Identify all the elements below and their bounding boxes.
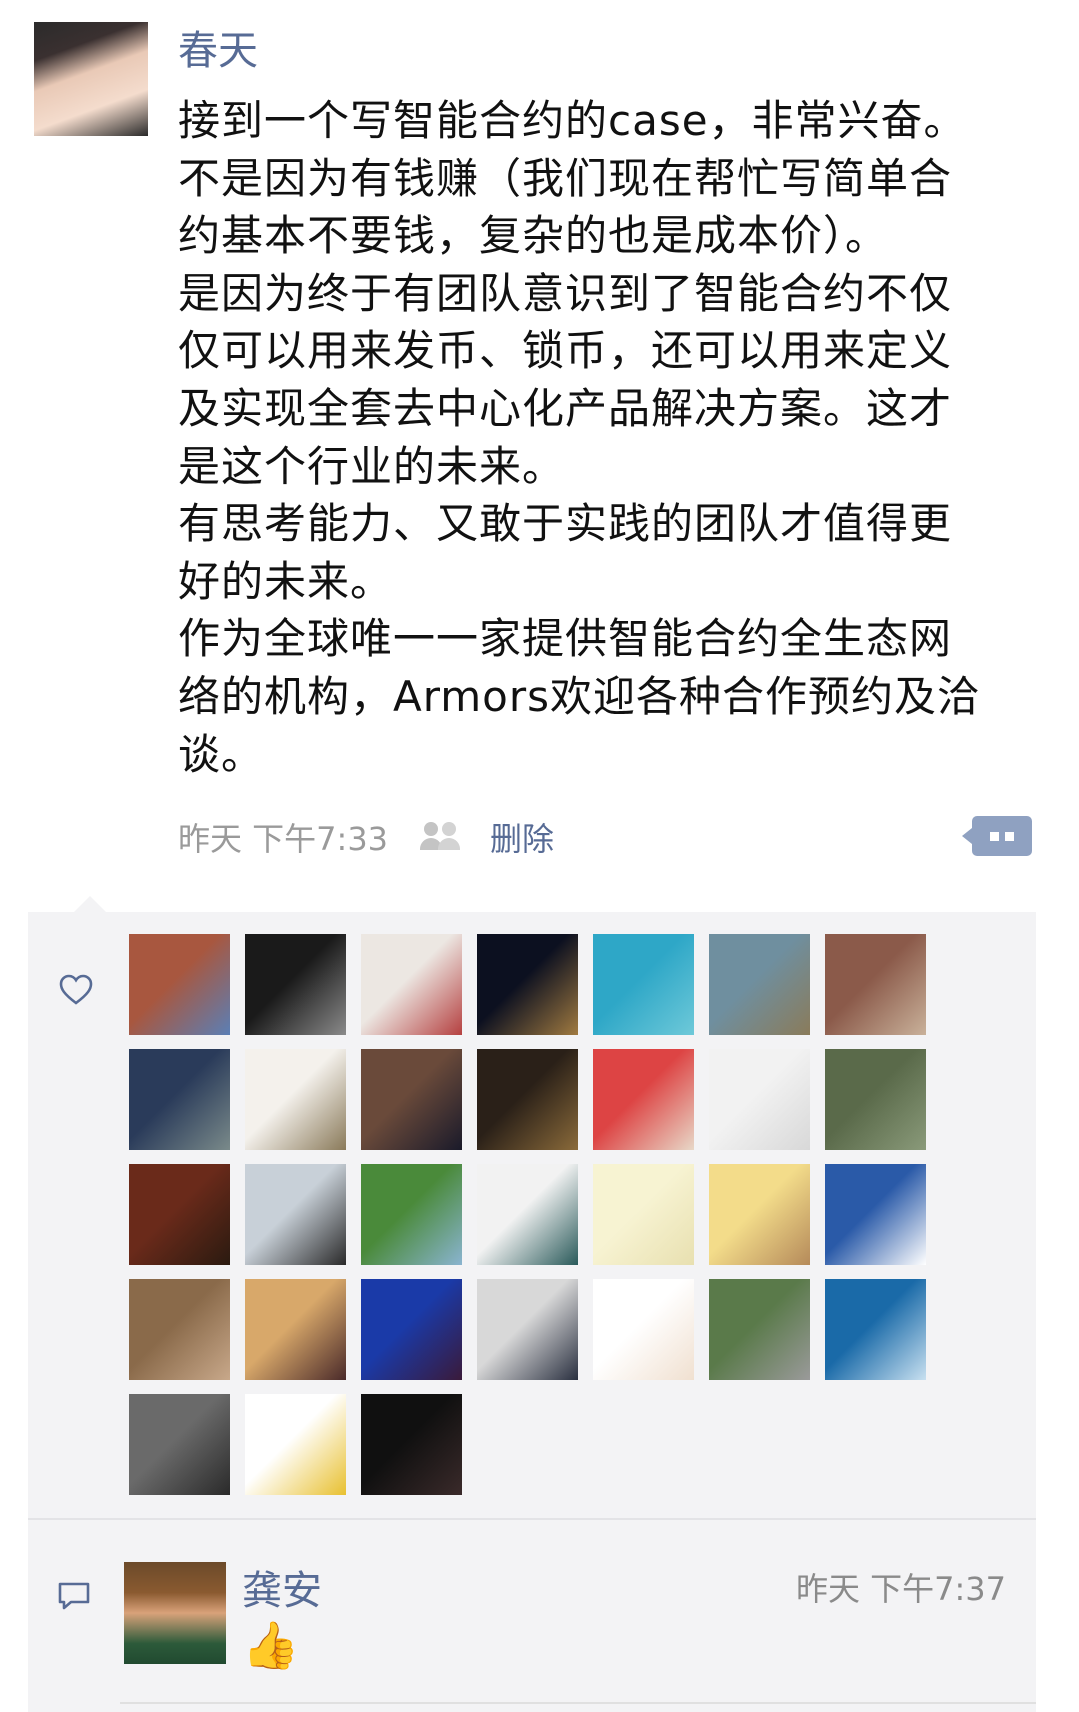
liker-avatar[interactable] <box>593 934 694 1035</box>
post-text-line: 仅可以用来发币、锁币，还可以用来定义 <box>178 326 953 376</box>
thumbs-up-emoji: 👍 <box>242 1618 300 1672</box>
post-text-line: 是这个行业的未来。 <box>178 441 566 491</box>
post-text-line: 约基本不要钱，复杂的也是成本价）。 <box>178 211 889 261</box>
post-text-line: 络的机构，Armors欢迎各种合作预约及洽 <box>178 671 981 721</box>
liker-avatar[interactable] <box>593 1279 694 1380</box>
comment-bubble-icon <box>58 1582 90 1610</box>
liker-avatar[interactable] <box>361 1279 462 1380</box>
liker-avatar[interactable] <box>129 1049 230 1150</box>
post-text-line: 作为全球唯一一家提供智能合约全生态网 <box>178 614 953 664</box>
post-text-line: 接到一个写智能合约的case，非常兴奋。 <box>178 96 967 145</box>
comment-row[interactable]: 龚安 昨天 下午7:37 👍 <box>28 1520 1036 1712</box>
liker-avatar[interactable] <box>245 1394 346 1495</box>
delete-link[interactable]: 删除 <box>490 814 554 860</box>
heart-icon <box>59 974 93 1005</box>
liker-avatar[interactable] <box>129 1279 230 1380</box>
post-text-line: 好的未来。 <box>178 556 394 606</box>
liker-avatar[interactable] <box>245 934 346 1035</box>
post-text-line: 不是因为有钱赚（我们现在帮忙写简单合 <box>178 153 953 203</box>
bottom-divider <box>120 1702 1036 1704</box>
liker-avatar[interactable] <box>477 1279 578 1380</box>
visibility-people-icon[interactable] <box>418 822 462 852</box>
liker-avatar[interactable] <box>593 1164 694 1265</box>
post-text-line: 有思考能力、又敢于实践的团队才值得更 <box>178 499 953 549</box>
liker-avatar[interactable] <box>825 1279 926 1380</box>
liker-avatar-grid <box>129 934 939 1495</box>
post-meta: 昨天 下午7:33 删除 <box>178 812 554 862</box>
liker-avatar[interactable] <box>129 1164 230 1265</box>
liker-avatar[interactable] <box>709 1279 810 1380</box>
liker-avatar[interactable] <box>129 934 230 1035</box>
poster-avatar[interactable] <box>34 22 148 136</box>
liker-avatar[interactable] <box>477 934 578 1035</box>
post-text-line: 谈。 <box>178 729 265 779</box>
liker-avatar[interactable] <box>709 934 810 1035</box>
liker-avatar[interactable] <box>361 934 462 1035</box>
post-text: 接到一个写智能合约的case，非常兴奋。 不是因为有钱赚（我们现在帮忙写简单合 约基… <box>178 92 1038 783</box>
liker-avatar[interactable] <box>129 1394 230 1495</box>
liker-avatar[interactable] <box>477 1164 578 1265</box>
liker-avatar[interactable] <box>245 1049 346 1150</box>
post-time: 昨天 下午7:33 <box>178 820 389 858</box>
post-text-line: 及实现全套去中心化产品解决方案。这才 <box>178 383 953 433</box>
liker-avatar[interactable] <box>825 934 926 1035</box>
liker-avatar[interactable] <box>361 1049 462 1150</box>
liker-avatar[interactable] <box>361 1394 462 1495</box>
liker-avatar[interactable] <box>245 1279 346 1380</box>
commenter-avatar[interactable] <box>124 1562 226 1664</box>
commenter-name[interactable]: 龚安 <box>242 1558 322 1616</box>
liker-avatar[interactable] <box>709 1164 810 1265</box>
liker-avatar[interactable] <box>593 1049 694 1150</box>
post-text-line: 是因为终于有团队意识到了智能合约不仅 <box>178 268 953 318</box>
liker-avatar[interactable] <box>245 1164 346 1265</box>
liker-avatar[interactable] <box>709 1049 810 1150</box>
more-actions-icon[interactable] <box>962 816 1032 856</box>
liker-avatar[interactable] <box>825 1049 926 1150</box>
liker-avatar[interactable] <box>361 1164 462 1265</box>
liker-avatar[interactable] <box>477 1049 578 1150</box>
liker-avatar[interactable] <box>825 1164 926 1265</box>
likes-panel <box>28 896 1036 1518</box>
post-author-name[interactable]: 春天 <box>178 24 258 78</box>
comment-time: 昨天 下午7:37 <box>795 1570 1006 1608</box>
